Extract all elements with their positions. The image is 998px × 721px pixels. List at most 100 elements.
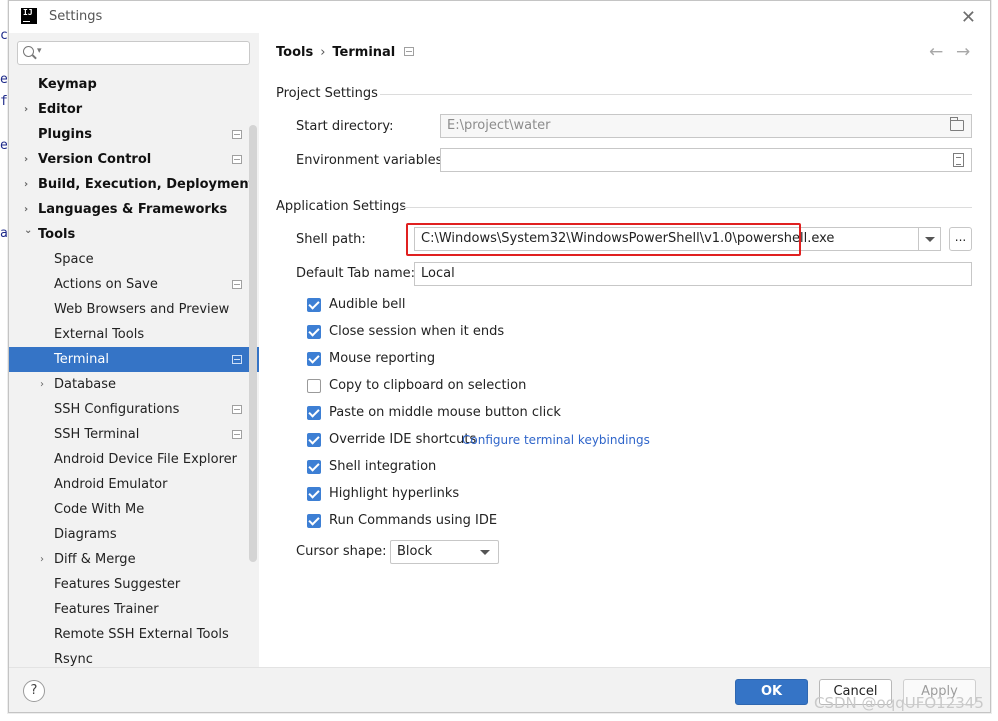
sidebar-item-label: Features Trainer (54, 602, 159, 617)
window-title: Settings (49, 9, 103, 24)
shell-path-value: C:\Windows\System32\WindowsPowerShell\v1… (421, 231, 835, 246)
checkbox-checked-icon[interactable] (307, 406, 321, 420)
checkbox-checked-icon[interactable] (307, 433, 321, 447)
environment-variables-field[interactable] (440, 148, 972, 172)
sidebar-item-android-emulator[interactable]: Android Emulator (9, 472, 259, 497)
sidebar-item-label: Space (54, 252, 94, 267)
sidebar-item-label: Keymap (38, 77, 97, 92)
shell-path-combobox[interactable]: C:\Windows\System32\WindowsPowerShell\v1… (414, 227, 941, 251)
checkbox-label: Mouse reporting (329, 351, 436, 366)
settings-tree: Keymap › Editor Plugins › Version Control › Bui… (9, 72, 259, 672)
sidebar-item-editor[interactable]: › Editor (9, 97, 259, 122)
sidebar-item-build-execution-deployment[interactable]: › Build, Execution, Deployment (9, 172, 259, 197)
forward-arrow-icon[interactable]: → (956, 42, 970, 62)
search-history-caret-icon[interactable]: ▾ (37, 46, 42, 56)
settings-search-input[interactable]: ▾ (17, 41, 250, 65)
sidebar-item-features-suggester[interactable]: Features Suggester (9, 572, 259, 597)
title-bar: IJ Settings ✕ (9, 1, 990, 33)
chevron-down-icon (480, 550, 490, 555)
project-level-icon (232, 430, 242, 439)
sidebar-item-database[interactable]: › Database (9, 372, 259, 397)
sidebar-item-tools[interactable]: ⌄ Tools (9, 222, 259, 247)
browse-shell-button[interactable]: ... (949, 227, 972, 251)
sidebar-item-code-with-me[interactable]: Code With Me (9, 497, 259, 522)
close-icon[interactable]: ✕ (961, 7, 976, 28)
sidebar-item-keymap[interactable]: Keymap (9, 72, 259, 97)
sidebar-item-label: Editor (38, 102, 83, 117)
sidebar-item-label: Tools (38, 227, 76, 242)
checkbox-checked-icon[interactable] (307, 352, 321, 366)
chevron-right-icon[interactable]: › (40, 547, 44, 572)
sidebar-item-ssh-terminal[interactable]: SSH Terminal (9, 422, 259, 447)
breadcrumb-tools[interactable]: Tools (276, 45, 313, 60)
checkbox-label: Close session when it ends (329, 324, 505, 339)
checkbox-unchecked-icon[interactable] (307, 379, 321, 393)
sidebar-item-diff-merge[interactable]: › Diff & Merge (9, 547, 259, 572)
chevron-down-icon[interactable]: ⌄ (24, 218, 32, 243)
intellij-app-icon: IJ (21, 8, 37, 24)
sidebar-item-label: Version Control (38, 152, 152, 167)
divider (401, 207, 972, 208)
configure-keybindings-link[interactable]: Configure terminal keybindings (462, 433, 650, 447)
sidebar-item-label: Features Suggester (54, 577, 181, 592)
ok-button[interactable]: OK (735, 679, 808, 705)
background-editor-strip: c e f e a (0, 0, 8, 721)
default-tab-name-value: Local (421, 266, 455, 281)
checkbox-checked-icon[interactable] (307, 460, 321, 474)
sidebar-item-plugins[interactable]: Plugins (9, 122, 259, 147)
divider (380, 94, 972, 95)
sidebar-item-terminal[interactable]: Terminal (9, 347, 259, 372)
sidebar-item-label: Remote SSH External Tools (54, 627, 229, 642)
chevron-right-icon[interactable]: › (40, 372, 44, 397)
sidebar-item-label: Web Browsers and Preview (54, 302, 230, 317)
checkbox-label: Copy to clipboard on selection (329, 378, 527, 393)
start-directory-value: E:\project\water (447, 118, 551, 133)
folder-icon[interactable] (950, 117, 964, 131)
sidebar-item-version-control[interactable]: › Version Control (9, 147, 259, 172)
sidebar-item-web-browsers-and-preview[interactable]: Web Browsers and Preview (9, 297, 259, 322)
sidebar-item-label: Database (54, 377, 117, 392)
edit-variables-icon[interactable] (953, 153, 964, 167)
sidebar-item-space[interactable]: Space (9, 247, 259, 272)
sidebar-item-label: SSH Terminal (54, 427, 140, 442)
breadcrumb: Tools › Terminal (276, 45, 415, 60)
checkbox-checked-icon[interactable] (307, 325, 321, 339)
checkbox-checked-icon[interactable] (307, 298, 321, 312)
help-button[interactable]: ? (23, 680, 45, 702)
back-arrow-icon[interactable]: ← (929, 42, 943, 62)
sidebar-item-label: External Tools (54, 327, 145, 342)
chevron-down-icon[interactable] (918, 228, 940, 250)
project-level-icon (232, 405, 242, 414)
settings-dialog: IJ Settings ✕ ▾ Keymap › Editor Plugins › Ver… (8, 0, 991, 713)
sidebar-scrollbar[interactable] (249, 125, 257, 562)
project-level-icon (404, 47, 415, 56)
chevron-right-icon[interactable]: › (24, 97, 28, 122)
sidebar-item-ssh-configurations[interactable]: SSH Configurations (9, 397, 259, 422)
sidebar-item-label: SSH Configurations (54, 402, 180, 417)
default-tab-name-field[interactable]: Local (414, 262, 972, 286)
terminal-settings-panel: Tools › Terminal ← → Project Settings Star… (259, 33, 990, 667)
start-directory-field[interactable]: E:\project\water (440, 114, 972, 138)
checkbox-checked-icon[interactable] (307, 514, 321, 528)
sidebar-item-label: Plugins (38, 127, 92, 142)
chevron-right-icon[interactable]: › (24, 172, 28, 197)
checkbox-label: Highlight hyperlinks (329, 486, 460, 501)
sidebar-item-languages-frameworks[interactable]: › Languages & Frameworks (9, 197, 259, 222)
sidebar-item-label: Code With Me (54, 502, 145, 517)
sidebar-item-external-tools[interactable]: External Tools (9, 322, 259, 347)
sidebar-item-actions-on-save[interactable]: Actions on Save (9, 272, 259, 297)
sidebar-item-label: Android Emulator (54, 477, 168, 492)
search-icon (23, 46, 34, 57)
chevron-right-icon[interactable]: › (24, 147, 28, 172)
default-tab-name-label: Default Tab name: (296, 266, 416, 281)
project-level-icon (232, 130, 242, 139)
cursor-shape-select[interactable]: Block (390, 540, 499, 564)
sidebar-item-label: Languages & Frameworks (38, 202, 228, 217)
sidebar-item-remote-ssh-external-tools[interactable]: Remote SSH External Tools (9, 622, 259, 647)
sidebar-item-android-device-file-explorer[interactable]: Android Device File Explorer (9, 447, 259, 472)
cursor-shape-label: Cursor shape: (296, 544, 387, 559)
checkbox-checked-icon[interactable] (307, 487, 321, 501)
sidebar-item-features-trainer[interactable]: Features Trainer (9, 597, 259, 622)
checkbox-label: Run Commands using IDE (329, 513, 498, 528)
sidebar-item-diagrams[interactable]: Diagrams (9, 522, 259, 547)
